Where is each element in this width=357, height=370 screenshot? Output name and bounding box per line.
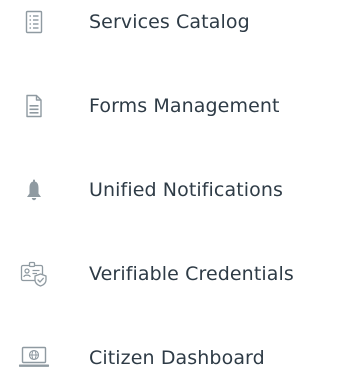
menu-item-citizen-dashboard[interactable]: Citizen Dashboard bbox=[0, 338, 357, 370]
navigation-menu: Services Catalog Forms Management Unifie… bbox=[0, 0, 357, 370]
menu-item-services-catalog[interactable]: Services Catalog bbox=[0, 2, 357, 42]
menu-item-label: Forms Management bbox=[89, 95, 280, 117]
menu-item-label: Services Catalog bbox=[89, 11, 250, 33]
bell-icon bbox=[16, 174, 52, 206]
menu-item-forms-management[interactable]: Forms Management bbox=[0, 86, 357, 126]
document-icon bbox=[16, 90, 52, 122]
menu-item-unified-notifications[interactable]: Unified Notifications bbox=[0, 170, 357, 210]
laptop-globe-icon bbox=[16, 342, 52, 370]
menu-item-label: Citizen Dashboard bbox=[89, 347, 265, 369]
list-document-icon bbox=[16, 6, 52, 38]
id-card-shield-icon bbox=[16, 258, 52, 290]
menu-item-label: Unified Notifications bbox=[89, 179, 284, 201]
menu-item-verifiable-credentials[interactable]: Verifiable Credentials bbox=[0, 254, 357, 294]
menu-item-label: Verifiable Credentials bbox=[89, 263, 294, 285]
